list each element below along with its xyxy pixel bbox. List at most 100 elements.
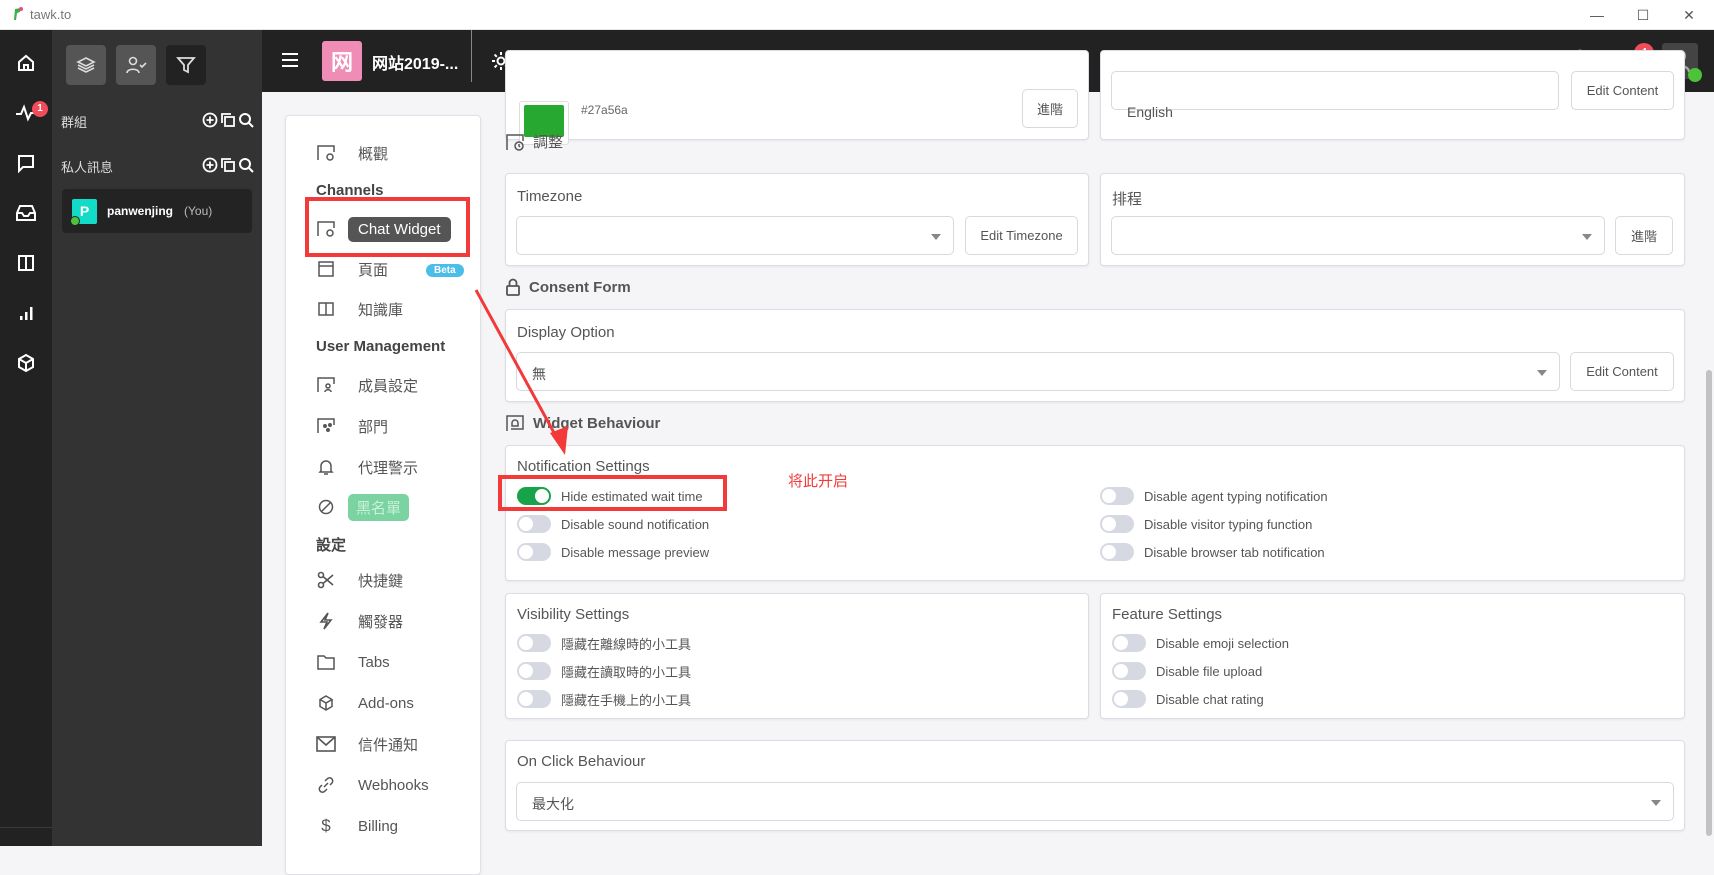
caret-down-icon [1582,234,1592,240]
members-icon [316,375,336,395]
nav-blocklist[interactable]: 黑名單 [286,490,482,524]
maximize-button[interactable]: ☐ [1620,0,1666,30]
timezone-select[interactable] [516,216,954,255]
nav-members[interactable]: 成員設定 [286,368,482,402]
folder-icon [316,652,336,672]
private-actions [202,157,254,173]
hamburger-menu-button[interactable] [280,50,300,70]
nav-agent-alerts[interactable]: 代理警示 [286,450,482,484]
rail-reporting[interactable] [13,300,39,326]
nav-add-ons[interactable]: Add-ons [286,686,482,720]
rail-knowledge-base[interactable] [13,250,39,276]
link-icon [316,775,336,795]
schedule-card: 排程 進階 [1100,173,1685,266]
user-name: panwenjing [107,204,173,218]
user-check-icon [126,56,147,74]
online-status-dot [70,216,80,226]
bar-chart-icon [20,307,33,320]
search-groups-icon[interactable] [238,112,254,128]
language-edit-content-button[interactable]: Edit Content [1571,71,1674,110]
feature-settings-title: Feature Settings [1112,606,1223,623]
cube-icon [18,353,34,373]
toggle-switch-off[interactable] [517,543,551,561]
toggle-hide-offline[interactable]: 隱藏在離線時的小工具 [517,632,691,654]
adjust-section-header: 調整 [505,131,563,152]
rail-home[interactable] [13,50,39,76]
toggle-disable-preview[interactable]: Disable message preview [517,541,709,563]
toggle-switch-off[interactable] [1112,662,1146,680]
toggle-disable-file-upload[interactable]: Disable file upload [1112,660,1262,682]
rail-messaging[interactable] [13,150,39,176]
toggle-disable-browser-tab[interactable]: Disable browser tab notification [1100,541,1325,563]
notification-settings-card: Notification Settings Hide estimated wai… [505,445,1685,581]
toggle-switch-off[interactable] [1112,634,1146,652]
main-scrollbar[interactable] [1706,370,1712,836]
edit-timezone-button[interactable]: Edit Timezone [965,216,1078,255]
toggle-switch-off[interactable] [517,690,551,708]
caret-down-icon [931,234,941,240]
layers-icon [76,57,96,73]
display-option-card: Display Option 無 Edit Content [505,309,1685,402]
scissors-icon [316,570,336,590]
cube-icon [316,693,336,713]
toggle-hide-loading[interactable]: 隱藏在讀取時的小工具 [517,660,691,682]
toggle-switch-off[interactable] [1100,543,1134,561]
nav-shortcuts[interactable]: 快捷鍵 [286,563,482,597]
toggle-switch-off[interactable] [1100,487,1134,505]
toggle-disable-emoji[interactable]: Disable emoji selection [1112,632,1289,654]
nav-knowledge-base[interactable]: 知識庫 [286,292,482,326]
annotation-highlight-chat-widget [305,197,470,257]
beta-badge: Beta [426,264,464,277]
nav-webhooks[interactable]: Webhooks [286,768,482,802]
rail-add-ons[interactable] [13,350,39,376]
edit-content-button[interactable]: Edit Content [1570,352,1674,391]
toggle-disable-chat-rating[interactable]: Disable chat rating [1112,688,1264,710]
my-chats-button[interactable] [116,45,156,85]
rail-inbox[interactable] [13,200,39,226]
schedule-label: 排程 [1112,191,1143,208]
toggle-hide-mobile[interactable]: 隱藏在手機上的小工具 [517,688,691,710]
copy-icon[interactable] [220,157,236,173]
toggle-switch-off[interactable] [1100,515,1134,533]
filter-button[interactable] [166,45,206,85]
copy-icon[interactable] [220,112,236,128]
caret-down-icon [1537,370,1547,376]
monitoring-badge: 1 [32,101,48,117]
all-chats-button[interactable] [66,45,106,85]
nav-email-notifications[interactable]: 信件通知 [286,727,482,761]
toggle-switch-off[interactable] [517,515,551,533]
minimize-button[interactable]: — [1574,0,1620,30]
nav-billing[interactable]: $ Billing [286,809,482,843]
language-select[interactable]: English [1111,71,1559,120]
visibility-settings-card: Visibility Settings 隱藏在離線時的小工具 隱藏在讀取時的小工… [505,593,1089,719]
toggle-switch-off[interactable] [1112,690,1146,708]
nav-departments[interactable]: 部門 [286,409,482,443]
add-group-icon[interactable] [202,112,218,128]
add-private-icon[interactable] [202,157,218,173]
color-advanced-button[interactable]: 進階 [1022,89,1078,128]
color-card: #27a56a 進階 [505,50,1089,145]
close-icon: ✕ [1683,6,1695,23]
adjust-title: 調整 [533,134,564,151]
toggle-switch-off[interactable] [517,662,551,680]
header-divider [471,30,472,82]
nav-triggers[interactable]: 觸發器 [286,604,482,638]
annotation-highlight-toggle [498,475,727,511]
user-list-item[interactable]: P panwenjing (You) [62,189,252,233]
display-option-select[interactable]: 無 [516,352,1560,391]
presence-status-dot [1688,68,1702,82]
nav-tabs[interactable]: Tabs [286,645,482,679]
toggle-disable-agent-typing[interactable]: Disable agent typing notification [1100,485,1328,507]
on-click-behaviour-select[interactable]: 最大化 [516,782,1674,821]
toggle-switch-off[interactable] [517,634,551,652]
toggle-disable-sound[interactable]: Disable sound notification [517,513,709,535]
nav-overview[interactable]: 概觀 [286,136,482,170]
chat-sidebar: 群組 私人訊息 P panwenjing (You) [52,30,262,846]
feature-settings-card: Feature Settings Disable emoji selection… [1100,593,1685,719]
site-name[interactable]: 网站2019-... [372,50,458,74]
search-private-icon[interactable] [238,157,254,173]
schedule-select[interactable] [1111,216,1605,255]
toggle-disable-visitor-typing[interactable]: Disable visitor typing function [1100,513,1312,535]
schedule-advanced-button[interactable]: 進階 [1615,216,1673,255]
close-button[interactable]: ✕ [1666,0,1712,30]
